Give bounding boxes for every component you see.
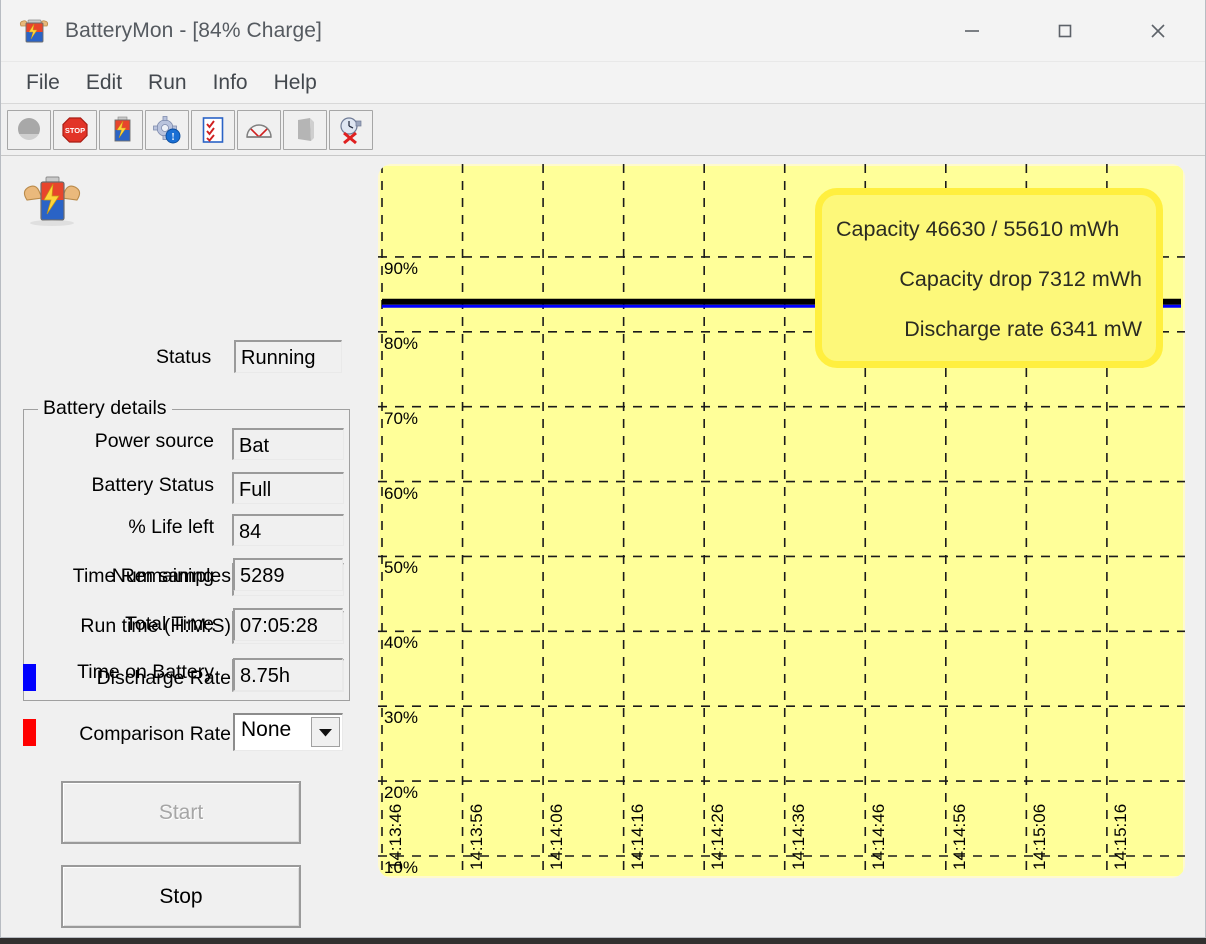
x-tick-label: 14:14:16	[627, 803, 647, 870]
gauge-button[interactable]	[237, 109, 281, 150]
battery-chart[interactable]: 90% 80% 70% 60% 50% 40% 30% 20% 10% 14:13:46 14:1…	[378, 164, 1185, 878]
start-button[interactable]: Start	[61, 781, 301, 844]
menu-bar: File Edit Run Info Help	[1, 62, 1205, 104]
x-tick-label: 14:14:26	[708, 803, 728, 870]
callout-capacity: Capacity 46630 / 55610 mWh	[836, 217, 1120, 241]
minimize-button[interactable]	[927, 0, 1017, 62]
maximize-icon	[1058, 24, 1072, 38]
menu-info[interactable]: Info	[200, 68, 261, 98]
run-time-label: Run time (H:M:S)	[80, 615, 231, 637]
run-time-value: 07:05:28	[233, 608, 343, 641]
start-button-label: Start	[158, 800, 204, 824]
svg-text:!: !	[171, 132, 174, 143]
discharge-rate-label: Discharge Rate	[96, 667, 231, 689]
battery-details-legend: Battery details	[38, 397, 172, 420]
checklist-button[interactable]	[191, 109, 235, 150]
discharge-rate-value: 8.75h	[233, 658, 343, 691]
num-samples-label: Num samples	[111, 565, 231, 587]
battery-status-value: Full	[232, 472, 344, 504]
x-tick-label: 14:13:56	[466, 803, 486, 870]
batterymon-window: BatteryMon - [84% Charge] File Edit Run …	[0, 0, 1206, 938]
life-left-value: 84	[232, 514, 344, 546]
taskbar-edge	[0, 938, 1206, 944]
door-exit-icon	[298, 117, 314, 141]
title-bar-left: BatteryMon - [84% Charge]	[17, 0, 322, 62]
y-tick-label: 70%	[384, 408, 419, 428]
stop-sign-icon: STOP	[62, 116, 88, 143]
chart-callout: Capacity 46630 / 55610 mWh Capacity drop…	[815, 188, 1163, 368]
stop-button-main[interactable]: Stop	[61, 865, 301, 928]
exit-button[interactable]	[283, 109, 327, 150]
comparison-rate-dropdown[interactable]: None	[233, 713, 343, 751]
close-icon	[1151, 24, 1165, 38]
menu-run[interactable]: Run	[135, 68, 200, 98]
gauge-icon	[246, 123, 272, 138]
battery-info-button[interactable]	[99, 109, 143, 150]
callout-capacity-drop: Capacity drop 7312 mWh	[899, 267, 1142, 291]
checklist-icon	[202, 116, 224, 143]
chart-panel: 90% 80% 70% 60% 50% 40% 30% 20% 10% 14:13:46 14:1…	[373, 157, 1205, 937]
y-tick-label: 80%	[384, 333, 419, 353]
x-tick-label: 14:14:36	[788, 803, 808, 870]
clock-delete-icon	[340, 116, 362, 144]
menu-file[interactable]: File	[13, 68, 73, 98]
power-source-label: Power source	[94, 430, 214, 452]
x-tick-label: 14:15:16	[1110, 803, 1130, 870]
life-left-label: % Life left	[128, 516, 214, 538]
y-tick-label: 60%	[384, 483, 419, 503]
comparison-rate-label: Comparison Rate	[79, 723, 231, 745]
y-tick-label: 20%	[384, 783, 419, 803]
battery-muscle-icon	[17, 14, 51, 48]
status-value: Running	[234, 340, 342, 373]
battery-icon	[114, 116, 131, 141]
y-tick-label: 30%	[384, 708, 419, 728]
record-button[interactable]	[7, 109, 51, 150]
stop-button-label: Stop	[159, 884, 203, 908]
close-button[interactable]	[1113, 0, 1203, 62]
maximize-button[interactable]	[1020, 0, 1110, 62]
clear-history-button[interactable]	[329, 109, 373, 150]
menu-help[interactable]: Help	[261, 68, 330, 98]
minimize-icon	[965, 30, 979, 32]
gear-info-icon: !	[153, 115, 181, 143]
title-bar: BatteryMon - [84% Charge]	[1, 0, 1205, 62]
stop-button[interactable]: STOP	[53, 109, 97, 150]
x-tick-label: 14:14:06	[547, 803, 567, 870]
y-tick-label: 50%	[384, 558, 419, 578]
window-title: BatteryMon - [84% Charge]	[65, 19, 322, 42]
x-tick-label: 14:13:46	[386, 803, 405, 870]
settings-button[interactable]: !	[145, 109, 189, 150]
num-samples-value: 5289	[233, 558, 343, 591]
battery-muscle-large-icon	[19, 174, 85, 226]
battery-status-label: Battery Status	[91, 474, 214, 496]
power-source-value: Bat	[232, 428, 344, 460]
comparison-rate-selected: None	[241, 718, 292, 741]
y-tick-label: 40%	[384, 633, 419, 653]
callout-discharge-rate: Discharge rate 6341 mW	[904, 317, 1142, 341]
x-tick-label: 14:15:06	[1030, 803, 1050, 870]
status-label: Status	[156, 346, 212, 368]
svg-text:STOP: STOP	[65, 126, 85, 135]
toolbar: STOP !	[1, 104, 1205, 156]
record-circle-icon	[18, 117, 40, 140]
menu-edit[interactable]: Edit	[73, 68, 135, 98]
x-tick-label: 14:14:46	[869, 803, 889, 870]
left-panel: Status Running Battery details Power sou…	[1, 157, 373, 937]
chevron-down-icon[interactable]	[311, 717, 340, 747]
x-tick-label: 14:14:56	[949, 803, 969, 870]
y-tick-label: 90%	[384, 258, 419, 278]
